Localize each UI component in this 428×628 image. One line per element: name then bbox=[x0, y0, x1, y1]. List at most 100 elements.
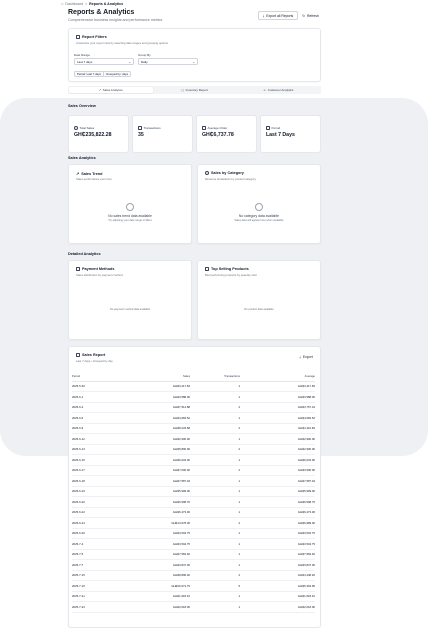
tab-sales-analytics[interactable]: ↗ Sales Analytics bbox=[68, 86, 153, 94]
export-all-label: Export all Reports bbox=[266, 13, 294, 18]
cell-average: GH₵3,757.44 bbox=[240, 402, 315, 413]
table-row: 2025-6-22 GH₵6,473.00 1 GH₵6,473.00 bbox=[72, 507, 315, 518]
stat-value: 35 bbox=[138, 132, 144, 138]
cell-period: 2025-7-7 bbox=[72, 559, 115, 571]
cell-transactions: 2 bbox=[190, 570, 240, 581]
refresh-button[interactable]: ↻ Refresh bbox=[300, 11, 321, 20]
cell-average: GH₵5,999.00 bbox=[240, 486, 315, 497]
cell-average: GH₵3,588.00 bbox=[240, 391, 315, 403]
column-header: Transactions bbox=[190, 372, 240, 382]
cell-average: GH₵4,084.52 bbox=[240, 412, 315, 424]
cell-sales: GH₵7,514.88 bbox=[115, 402, 190, 413]
stat-label: Period bbox=[271, 126, 281, 130]
chart-icon bbox=[202, 126, 206, 130]
cell-transactions: 1 bbox=[190, 538, 240, 550]
tab-label: Customer Analytics bbox=[267, 88, 294, 92]
category-empty-title: No category data available bbox=[238, 214, 280, 218]
chevron-down-icon: ⌄ bbox=[128, 59, 131, 64]
cell-transactions: 1 bbox=[190, 528, 240, 539]
stat-label: Average Order bbox=[207, 126, 228, 130]
breadcrumb: ⌂ Dashboard > Reports & Analytics bbox=[61, 1, 123, 6]
table-row: 2025-7-4 GH₵3,504.75 1 GH₵3,504.75 bbox=[72, 538, 315, 550]
breadcrumb-home[interactable]: Dashboard bbox=[65, 2, 83, 6]
calendar-icon bbox=[266, 126, 270, 130]
table-row: 2025-7-16 GH₵26,974.75 5 GH₵5,394.95 bbox=[72, 580, 315, 592]
cell-average: GH₵1,618.10 bbox=[240, 591, 315, 602]
cell-sales: GH₵3,417.84 bbox=[115, 381, 190, 392]
table-row: 2025-7-21 GH₵1,618.10 1 GH₵1,618.10 bbox=[72, 591, 315, 602]
receipt-icon bbox=[138, 126, 142, 130]
cell-transactions: 1 bbox=[190, 391, 240, 403]
stat-card-period: Period Last 7 Days bbox=[260, 115, 321, 153]
tab-label: Sales Analytics bbox=[102, 88, 123, 92]
cell-period: 2025-7-5 bbox=[72, 549, 115, 560]
trend-icon: ↗ bbox=[76, 172, 80, 176]
cell-average: GH₵6,989.00 bbox=[240, 517, 315, 529]
cell-sales: GH₵2,900.00 bbox=[115, 433, 190, 445]
sales-report-title: Sales Report bbox=[82, 353, 106, 357]
cell-period: 2025-6-19 bbox=[72, 486, 115, 497]
sales-report-table: Period Sales Transactions Average 2025-5… bbox=[72, 372, 315, 613]
cell-average: GH₵3,504.75 bbox=[240, 538, 315, 550]
cell-period: 2025-7-21 bbox=[72, 591, 115, 602]
cell-period: 2025-6-24 bbox=[72, 517, 115, 529]
date-range-label: Date Range bbox=[74, 53, 91, 57]
table-row: 2025-6-6 GH₵4,084.52 1 GH₵4,084.52 bbox=[72, 412, 315, 424]
cell-average: GH₵3,417.84 bbox=[240, 381, 315, 392]
cell-period: 2025-6-13 bbox=[72, 444, 115, 455]
cell-sales: GH₵3,504.75 bbox=[115, 538, 190, 550]
table-row: 2025-5-30 GH₵3,417.84 1 GH₵3,417.84 bbox=[72, 381, 315, 392]
page-subtitle: Comprehensive business insights and perf… bbox=[68, 18, 163, 22]
cell-sales: GH₵5,800.00 bbox=[115, 444, 190, 455]
cell-period: 2025-7-15 bbox=[72, 570, 115, 581]
cell-sales: GH₵6,473.00 bbox=[115, 507, 190, 518]
export-all-reports-button[interactable]: ⤓ Export all Reports bbox=[258, 11, 298, 20]
table-row: 2025-7-23 GH₵2,018.00 1 GH₵2,018.00 bbox=[72, 601, 315, 613]
users-icon: ☺ bbox=[263, 88, 267, 92]
table-row: 2025-7-7 GH₵3,847.00 1 GH₵3,847.00 bbox=[72, 559, 315, 571]
cell-average: GH₵5,394.95 bbox=[240, 580, 315, 592]
cell-period: 2025-6-12 bbox=[72, 433, 115, 445]
tab-inventory-report[interactable]: ▢ Inventory Report bbox=[153, 87, 237, 93]
cell-transactions: 1 bbox=[190, 412, 240, 424]
table-row: 2025-6-20 GH₵6,598.76 1 GH₵6,598.76 bbox=[72, 496, 315, 508]
date-range-select[interactable]: Last 7 days ⌄ bbox=[74, 58, 134, 65]
document-icon bbox=[76, 353, 80, 357]
stat-value: Last 7 Days bbox=[266, 132, 295, 138]
cell-sales: GH₵6,034.00 bbox=[115, 454, 190, 466]
cell-period: 2025-7-23 bbox=[72, 601, 115, 613]
group-by-select[interactable]: Daily ⌄ bbox=[138, 58, 198, 65]
cell-transactions: 1 bbox=[190, 549, 240, 560]
cell-period: 2025-6-26 bbox=[72, 528, 115, 539]
stat-card-transactions: Transactions 35 bbox=[132, 115, 193, 153]
cell-average: GH₵4,116.84 bbox=[240, 423, 315, 434]
page-title: Reports & Analytics bbox=[68, 9, 135, 16]
table-row: 2025-6-1 GH₵3,588.00 1 GH₵3,588.00 bbox=[72, 391, 315, 403]
table-row: 2025-7-5 GH₵7,584.92 1 GH₵7,584.92 bbox=[72, 549, 315, 560]
box-icon bbox=[205, 267, 209, 271]
table-row: 2025-6-13 GH₵5,800.00 2 GH₵2,900.00 bbox=[72, 444, 315, 455]
table-row: 2025-6-18 GH₵7,587.04 1 GH₵7,587.04 bbox=[72, 475, 315, 487]
cell-sales: GH₵7,587.04 bbox=[115, 475, 190, 487]
cell-period: 2025-6-9 bbox=[72, 423, 115, 434]
cell-period: 2025-6-15 bbox=[72, 454, 115, 466]
sales-analytics-title: Sales Analytics bbox=[68, 156, 96, 160]
cell-average: GH₵6,473.00 bbox=[240, 507, 315, 518]
period-chip: Period: Last 7 days bbox=[74, 71, 104, 77]
cell-period: 2025-6-4 bbox=[72, 402, 115, 413]
cell-transactions: 2 bbox=[190, 402, 240, 413]
tab-label: Inventory Report bbox=[185, 88, 208, 92]
breadcrumb-separator: > bbox=[85, 1, 88, 6]
detailed-analytics-title: Detailed Analytics bbox=[68, 252, 101, 256]
table-row: 2025-6-4 GH₵7,514.88 2 GH₵3,757.44 bbox=[72, 402, 315, 413]
cell-average: GH₵7,587.04 bbox=[240, 475, 315, 487]
column-header: Period bbox=[72, 372, 115, 382]
tab-customer-analytics[interactable]: ☺ Customer Analytics bbox=[236, 87, 320, 93]
sales-report-subtitle: Last 7 days • Grouped by day bbox=[76, 359, 113, 363]
export-button[interactable]: ⤓ Export bbox=[295, 353, 317, 360]
cell-transactions: 1 bbox=[190, 454, 240, 466]
breadcrumb-current: Reports & Analytics bbox=[89, 1, 124, 6]
category-title: Sales by Category bbox=[211, 171, 244, 175]
cell-sales: GH₵2,018.00 bbox=[115, 601, 190, 613]
table-row: 2025-6-24 GH₵13,978.00 2 GH₵6,989.00 bbox=[72, 517, 315, 529]
